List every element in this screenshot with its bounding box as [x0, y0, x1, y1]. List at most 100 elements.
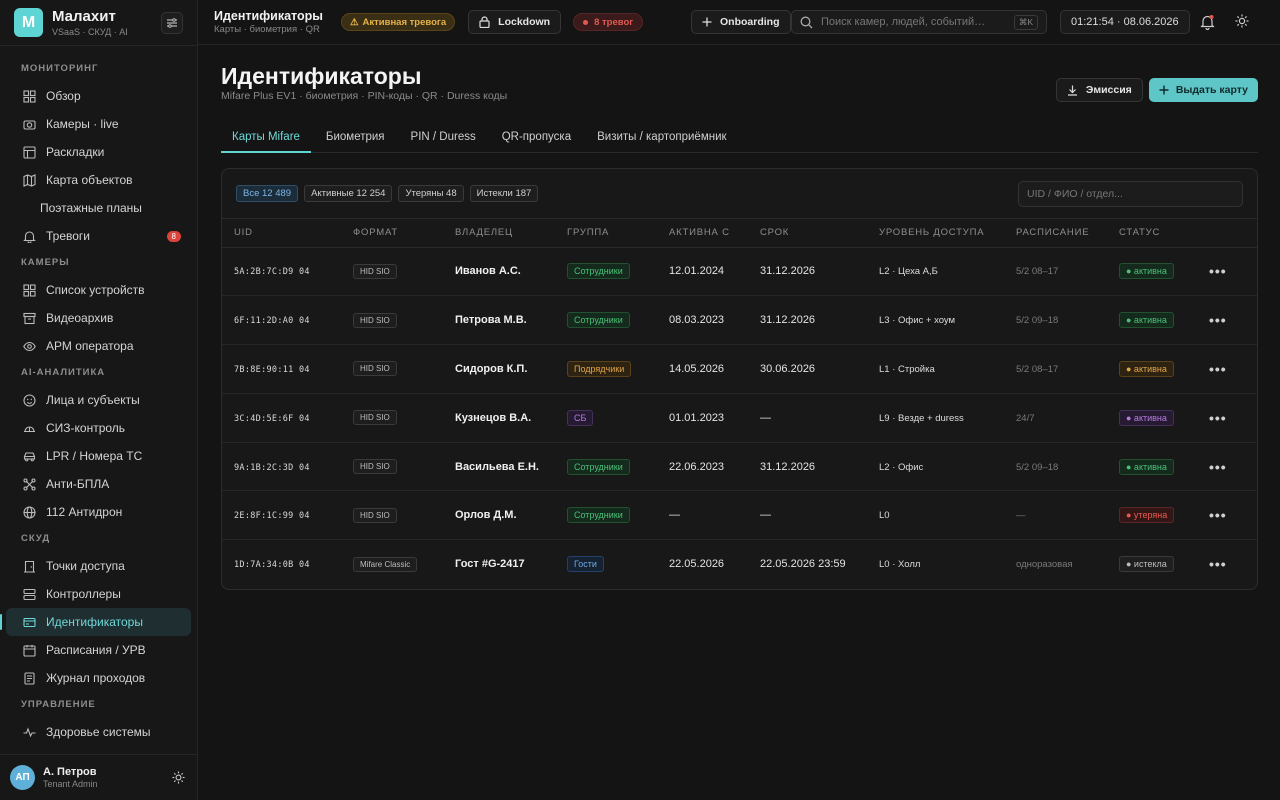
- active-from-date: —: [669, 509, 680, 522]
- sidebar-item[interactable]: Поэтажные планы: [6, 194, 191, 222]
- tab[interactable]: Карты Mifare: [221, 124, 311, 153]
- card-uid: 5A:2B:7C:D9 04: [234, 267, 310, 278]
- onboarding-button[interactable]: Onboarding: [691, 10, 791, 34]
- sidebar-item[interactable]: Журнал проходов: [6, 664, 191, 692]
- globe-icon: [22, 505, 36, 519]
- logo: М: [14, 8, 43, 37]
- tab[interactable]: PIN / Duress: [400, 124, 487, 153]
- filter-chip[interactable]: Все 12 489: [236, 185, 299, 202]
- filter-chip[interactable]: Утеряны 48: [398, 185, 464, 202]
- access-level: L3 · Офис + хоум: [879, 315, 956, 327]
- global-search[interactable]: ⌘K: [791, 10, 1047, 34]
- table-row[interactable]: 7B:8E:90:11 04 HID SIO Сидоров К.П. Подрядч…: [222, 344, 1257, 394]
- sliders-icon: [167, 18, 177, 28]
- face-icon: [22, 393, 36, 407]
- table-row[interactable]: 6F:11:2D:A0 04 HID SIO Петрова М.В. Сотрудн…: [222, 295, 1257, 346]
- column-header[interactable]: Расписание: [1004, 219, 1107, 248]
- sidebar-item[interactable]: Видеоархив: [6, 304, 191, 332]
- settings-sun-icon[interactable]: [1235, 14, 1249, 31]
- row-more-icon[interactable]: •••: [1209, 361, 1227, 377]
- alarms-count-pill[interactable]: 8 тревог: [573, 13, 644, 31]
- cards-table-card: Все 12 489 Активные 12 254 Утеряны 48 Истек…: [221, 168, 1258, 590]
- column-header[interactable]: Активна с: [657, 219, 748, 248]
- tab[interactable]: Визиты / картоприёмник: [586, 124, 737, 153]
- schedule: —: [1016, 510, 1026, 522]
- sidebar-item[interactable]: Раскладки: [6, 138, 191, 166]
- table-row[interactable]: 3C:4D:5E:6F 04 HID SIO Кузнецов В.А. СБ 01.0…: [222, 393, 1257, 443]
- active-alarm-pill[interactable]: ⚠ Активная тревога: [340, 13, 456, 31]
- sidebar-item[interactable]: Точки доступа: [6, 552, 191, 580]
- sidebar-item[interactable]: СИЗ-контроль: [6, 414, 191, 442]
- row-more-icon[interactable]: •••: [1209, 410, 1227, 426]
- table-row[interactable]: 1D:7A:34:0B 04 Mifare Classic Гост #G-2417…: [222, 540, 1257, 589]
- table-cell: 5/2 08–17: [1004, 344, 1107, 394]
- column-header[interactable]: UID: [222, 219, 341, 248]
- nav-section-title: СКУД: [21, 533, 51, 544]
- table-row[interactable]: 5A:2B:7C:D9 04 HID SIO Иванов А.С. Сотрудни…: [222, 247, 1257, 297]
- sidebar-item[interactable]: Здоровье системы: [6, 718, 191, 746]
- collapse-sidebar-button[interactable]: [161, 12, 183, 34]
- notifications-bell-icon[interactable]: [1200, 14, 1215, 33]
- sidebar-item[interactable]: Камеры · live: [6, 110, 191, 138]
- row-more-icon[interactable]: •••: [1209, 556, 1227, 572]
- column-header[interactable]: Владелец: [443, 219, 555, 248]
- group-badge: Сотрудники: [567, 458, 630, 475]
- card-owner: Гост #G-2417: [455, 558, 525, 571]
- sidebar-item[interactable]: Тревоги 8: [6, 222, 191, 250]
- table-cell: HID SIO: [341, 295, 443, 346]
- table-cell: ● активна: [1107, 247, 1197, 297]
- sidebar-item[interactable]: АРМ оператора: [6, 332, 191, 360]
- emission-button[interactable]: Эмиссия: [1055, 78, 1143, 102]
- search-input[interactable]: [821, 16, 1014, 28]
- sidebar-item[interactable]: 112 Антидрон: [6, 498, 191, 526]
- sidebar-item[interactable]: Идентификаторы: [0, 608, 191, 636]
- sidebar-item[interactable]: Список устройств: [6, 276, 191, 304]
- sidebar-item[interactable]: Анти-БПЛА: [6, 470, 191, 498]
- row-more-icon[interactable]: •••: [1209, 459, 1227, 475]
- active-from-date: 22.06.2023: [669, 460, 725, 473]
- table-cell: 01.01.2023: [657, 393, 748, 443]
- table-row[interactable]: 2E:8F:1C:99 04 HID SIO Орлов Д.М. Сотрудник…: [222, 490, 1257, 541]
- filter-chip[interactable]: Истекли 187: [469, 185, 539, 202]
- table-cell: •••: [1197, 295, 1257, 346]
- sidebar-item[interactable]: Контроллеры: [6, 580, 191, 608]
- column-header[interactable]: Формат: [341, 219, 443, 248]
- row-more-icon[interactable]: •••: [1209, 312, 1227, 328]
- card-uid: 7B:8E:90:11 04: [234, 364, 310, 375]
- group-badge: Сотрудники: [567, 312, 630, 329]
- nav-section-title: Управление: [21, 699, 96, 710]
- tab[interactable]: Биометрия: [315, 124, 396, 153]
- column-header[interactable]: Статус: [1107, 219, 1197, 248]
- table-filter-input[interactable]: [1018, 181, 1243, 207]
- column-header[interactable]: Группа: [555, 219, 657, 248]
- card-owner: Васильева Е.Н.: [455, 460, 539, 473]
- card-format-badge: HID SIO: [353, 361, 397, 377]
- active-from-date: 08.03.2023: [669, 314, 725, 327]
- table-cell: —: [1004, 490, 1107, 541]
- sidebar-item-label: АРМ оператора: [46, 339, 134, 353]
- active-from-date: 12.01.2024: [669, 265, 725, 278]
- row-more-icon[interactable]: •••: [1209, 263, 1227, 279]
- bell-icon: [22, 229, 36, 243]
- user-panel[interactable]: АП А. Петров Tenant Admin: [0, 754, 197, 800]
- table-row[interactable]: 9A:1B:2C:3D 04 HID SIO Васильева Е.Н. Сотру…: [222, 442, 1257, 492]
- column-header[interactable]: Уровень доступа: [867, 219, 1004, 248]
- tab[interactable]: QR-пропуска: [491, 124, 582, 153]
- table-cell: ● активна: [1107, 393, 1197, 443]
- sidebar-item[interactable]: LPR / Номера ТС: [6, 442, 191, 470]
- theme-toggle-icon[interactable]: [172, 771, 185, 787]
- table-cell: 31.12.2026: [748, 247, 867, 297]
- table-cell: Подрядчики: [555, 344, 657, 394]
- alarms-count-label: 8 тревог: [594, 16, 634, 28]
- schedule: 5/2 08–17: [1016, 266, 1059, 278]
- sidebar-item[interactable]: Лица и субъекты: [6, 386, 191, 414]
- filter-chip[interactable]: Активные 12 254: [304, 185, 393, 202]
- sidebar-item[interactable]: Расписания / УРВ: [6, 636, 191, 664]
- row-more-icon[interactable]: •••: [1209, 507, 1227, 523]
- sidebar-item[interactable]: Обзор: [6, 82, 191, 110]
- sidebar-item[interactable]: Карта объектов: [6, 166, 191, 194]
- eye-icon: [22, 339, 36, 353]
- column-header[interactable]: Срок: [748, 219, 867, 248]
- lockdown-button[interactable]: Lockdown: [468, 10, 562, 34]
- issue-card-button[interactable]: Выдать карту: [1148, 78, 1258, 102]
